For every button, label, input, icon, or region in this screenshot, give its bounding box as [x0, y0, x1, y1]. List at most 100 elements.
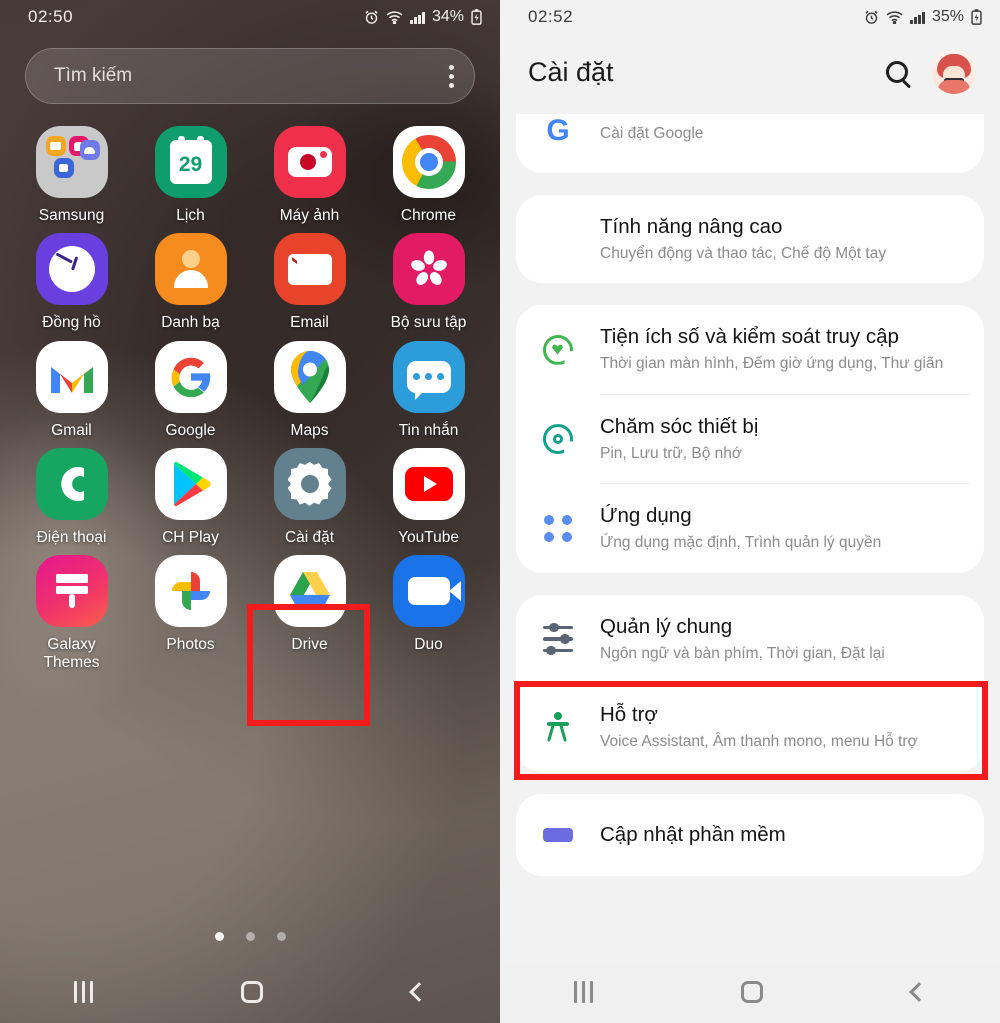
- battery-percentage: 34%: [431, 8, 464, 25]
- row-title: Tiện ích số và kiểm soát truy cập: [600, 325, 899, 349]
- app-galaxy-themes[interactable]: Galaxy Themes: [12, 555, 131, 673]
- navigation-bar-home: [0, 961, 500, 1023]
- back-icon[interactable]: [908, 982, 929, 1002]
- app-label: Cài đặt: [284, 528, 335, 546]
- app-calendar[interactable]: 29 Lịch: [131, 126, 250, 225]
- app-google[interactable]: Google: [131, 340, 250, 440]
- google-photos-icon: [154, 555, 227, 628]
- status-clock: 02:50: [28, 7, 74, 26]
- app-email[interactable]: Email: [250, 233, 369, 332]
- app-duo[interactable]: Duo: [369, 555, 488, 673]
- search-input[interactable]: Tìm kiếm: [54, 65, 132, 87]
- app-label: Samsung: [38, 207, 105, 224]
- search-bar[interactable]: Tìm kiếm: [25, 48, 475, 104]
- app-phone[interactable]: Điện thoại: [12, 447, 131, 547]
- settings-card-software-update: Cập nhật phần mềm: [516, 793, 984, 876]
- app-gallery[interactable]: Bộ sưu tập: [369, 233, 488, 332]
- page-indicator[interactable]: [0, 932, 500, 941]
- app-label: Bộ sưu tập: [390, 314, 467, 332]
- settings-row-apps[interactable]: Ứng dụng Ứng dụng mặc định, Trình quản l…: [516, 484, 984, 572]
- app-label: Photos: [166, 636, 215, 654]
- software-update-icon: [536, 813, 580, 857]
- app-label: Gmail: [51, 421, 92, 439]
- app-settings[interactable]: Cài đặt: [250, 447, 369, 547]
- youtube-icon: [392, 447, 465, 520]
- settings-gear-icon: [273, 447, 346, 520]
- battery-percentage: 35%: [931, 8, 964, 25]
- row-title: Tính năng nâng cao: [600, 215, 783, 238]
- page-dot-2[interactable]: [245, 932, 255, 941]
- camera-icon: [273, 126, 346, 198]
- profile-avatar[interactable]: [932, 50, 976, 94]
- apps-icon: [536, 507, 580, 551]
- app-label: Đồng hồ: [42, 314, 101, 332]
- mini-folder-icon: [45, 136, 66, 156]
- page-dot-3[interactable]: [276, 932, 286, 941]
- app-label: Danh bạ: [161, 314, 220, 332]
- home-screen-panel: 02:50 34% Tìm kiếm Samsung 29 Lịch Máy ả…: [0, 0, 500, 1023]
- chrome-icon: [392, 126, 465, 198]
- app-label: Máy ảnh: [279, 207, 340, 224]
- app-clock[interactable]: Đồng hồ: [12, 233, 131, 332]
- app-gmail[interactable]: Gmail: [12, 340, 131, 440]
- settings-card-wellbeing-group: Tiện ích số và kiểm soát truy cập Thời g…: [516, 305, 984, 573]
- app-photos[interactable]: Photos: [131, 555, 250, 673]
- settings-card-advanced: Tính năng nâng cao Chuyển động và thao t…: [516, 195, 984, 284]
- gallery-icon: [392, 233, 465, 306]
- settings-list[interactable]: G Cài đặt Google Tính năng nâng cao Chuy…: [500, 114, 1000, 1023]
- play-store-icon: [154, 447, 227, 520]
- home-icon[interactable]: [241, 981, 264, 1003]
- google-duo-icon: [392, 555, 465, 628]
- settings-screen-panel: 02:52 35% Cài đặt G Cài đặt Google Tính …: [500, 0, 1000, 1023]
- settings-row-digital-wellbeing[interactable]: Tiện ích số và kiểm soát truy cập Thời g…: [516, 305, 984, 393]
- phone-icon: [35, 447, 108, 520]
- row-title: Chăm sóc thiết bị: [600, 414, 759, 438]
- google-icon: G: [546, 114, 570, 147]
- app-drive[interactable]: Drive: [250, 555, 369, 673]
- app-youtube[interactable]: YouTube: [369, 447, 488, 547]
- battery-charging-icon: [471, 9, 482, 25]
- home-icon[interactable]: [741, 981, 764, 1003]
- app-messages[interactable]: Tin nhắn: [369, 340, 488, 440]
- search-icon[interactable]: [886, 61, 908, 83]
- row-title: Ứng dụng: [600, 504, 692, 528]
- kebab-menu-icon[interactable]: [449, 64, 454, 88]
- app-label: Drive: [291, 636, 328, 654]
- device-care-icon: [536, 417, 580, 461]
- settings-row-accessibility[interactable]: Hỗ trợ Voice Assistant, Âm thanh mono, m…: [516, 683, 984, 771]
- alarm-icon: [864, 10, 879, 25]
- recents-icon[interactable]: [74, 981, 94, 1003]
- app-maps[interactable]: Maps: [250, 340, 369, 440]
- app-samsung-folder[interactable]: Samsung: [12, 126, 131, 225]
- app-play-store[interactable]: CH Play: [131, 447, 250, 547]
- back-icon[interactable]: [408, 982, 429, 1002]
- row-title: Quản lý chung: [600, 614, 733, 638]
- page-dot-1[interactable]: [214, 932, 224, 941]
- app-label: Maps: [290, 421, 329, 439]
- maps-icon: [273, 340, 346, 413]
- app-contacts[interactable]: Danh bạ: [131, 233, 250, 332]
- status-clock: 02:52: [528, 7, 574, 26]
- clock-icon: [35, 233, 108, 306]
- app-camera[interactable]: Máy ảnh: [250, 126, 369, 225]
- app-chrome[interactable]: Chrome: [369, 126, 488, 225]
- settings-row-general-management[interactable]: Quản lý chung Ngôn ngữ và bàn phím, Thời…: [516, 595, 984, 683]
- settings-row-software-update[interactable]: Cập nhật phần mềm: [516, 794, 984, 876]
- settings-row-google[interactable]: G Cài đặt Google: [516, 114, 984, 173]
- settings-row-device-care[interactable]: Chăm sóc thiết bị Pin, Lưu trữ, Bộ nhớ: [516, 395, 984, 483]
- row-subtitle: Ứng dụng mặc định, Trình quản lý quyền: [600, 534, 882, 552]
- recents-icon[interactable]: [574, 981, 594, 1003]
- row-subtitle: Pin, Lưu trữ, Bộ nhớ: [600, 444, 743, 462]
- wifi-icon: [886, 10, 903, 25]
- settings-row-advanced-features[interactable]: Tính năng nâng cao Chuyển động và thao t…: [516, 195, 984, 283]
- signal-icon: [410, 11, 425, 24]
- row-subtitle: Cài đặt Google: [600, 124, 704, 142]
- settings-card-general-group: Quản lý chung Ngôn ngữ và bàn phím, Thời…: [516, 594, 984, 772]
- advanced-features-icon: [536, 217, 580, 261]
- google-drive-icon: [273, 555, 346, 628]
- wifi-icon: [386, 10, 403, 25]
- row-subtitle: Thời gian màn hình, Đếm giờ ứng dụng, Th…: [600, 355, 944, 373]
- app-label: Galaxy Themes: [43, 636, 100, 672]
- status-bar-home: 02:50 34%: [0, 0, 500, 34]
- app-label: YouTube: [398, 528, 459, 546]
